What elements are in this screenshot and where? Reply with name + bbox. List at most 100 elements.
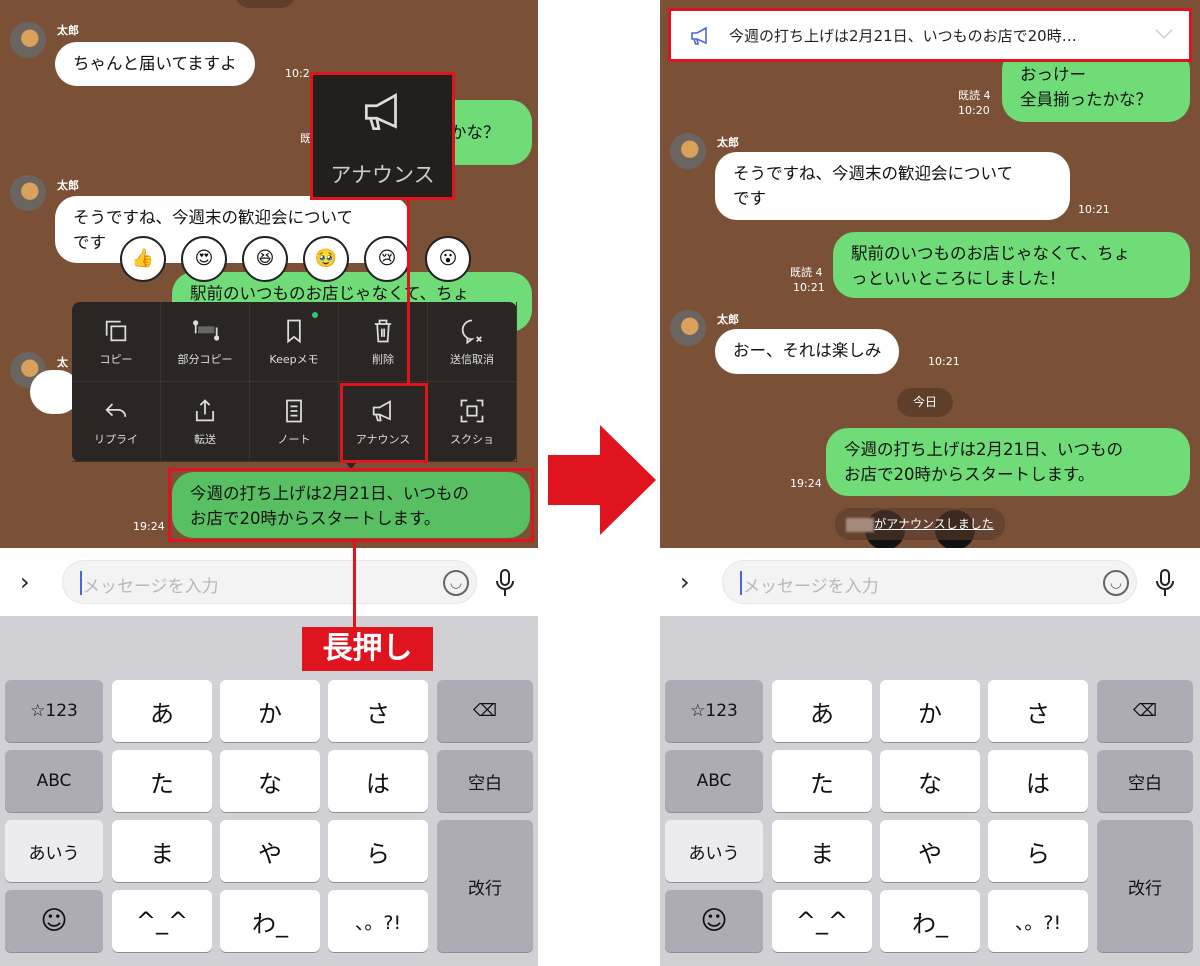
key[interactable]: あいう (5, 820, 103, 882)
new-badge (312, 312, 318, 318)
chevron-right-icon[interactable]: › (680, 568, 690, 596)
menu-item-label: コピー (99, 353, 133, 366)
key[interactable]: ^_^ (112, 890, 212, 952)
key[interactable]: あ (772, 680, 872, 742)
blurred-username (846, 517, 875, 532)
system-message-text: がアナウンスしました (874, 517, 994, 531)
key[interactable]: か (220, 680, 320, 742)
menu-item-trash[interactable]: 削除 (339, 302, 428, 382)
avatar[interactable] (10, 22, 46, 58)
menu-item-unsend[interactable]: 送信取消 (428, 302, 517, 382)
sender-name: 太 (57, 356, 68, 369)
key[interactable]: 改行 (1097, 820, 1193, 952)
menu-item-reply[interactable]: リプライ (72, 382, 161, 462)
key[interactable]: ら (328, 820, 428, 882)
key[interactable]: ABC (665, 750, 763, 812)
thumbs-up-reaction-icon[interactable]: 👍 (120, 236, 166, 282)
key[interactable]: は (988, 750, 1088, 812)
key[interactable]: 空白 (437, 750, 533, 812)
menu-item-partial-copy[interactable]: 部分コピー (161, 302, 250, 382)
key[interactable]: た (772, 750, 872, 812)
key[interactable]: ☆123 (5, 680, 103, 742)
heart-eyes-reaction-icon[interactable]: 😍 (181, 236, 227, 282)
announcement-banner[interactable]: 今週の打ち上げは2月21日、いつものお店で20時… (668, 8, 1192, 62)
key[interactable]: な (880, 750, 980, 812)
avatar[interactable] (670, 310, 706, 346)
arrow-right-icon (548, 425, 656, 535)
key[interactable]: か (880, 680, 980, 742)
menu-item-label: リプライ (94, 433, 138, 446)
message-bubble[interactable]: そうですね、今週末の歓迎会について です (55, 196, 410, 263)
surprised-reaction-icon[interactable]: 😮 (425, 236, 471, 282)
system-message[interactable]: がアナウンスしました (835, 508, 1005, 540)
message-bubble[interactable]: おー、それは楽しみ (715, 329, 900, 374)
key[interactable]: わ_ (880, 890, 980, 952)
message-bubble[interactable]: そうですね、今週末の歓迎会について です (715, 152, 1070, 220)
text-caret (80, 571, 82, 595)
input-bar: › メッセージを入力 ◡ (0, 548, 538, 616)
highlight-box (340, 383, 428, 463)
emoji-icon[interactable]: ◡ (1103, 570, 1129, 596)
menu-item-label: 転送 (194, 433, 216, 446)
key[interactable]: わ_ (220, 890, 320, 952)
highlight-box (168, 468, 534, 542)
key[interactable]: ^_^ (772, 890, 872, 952)
key[interactable]: ⌫ (437, 680, 533, 742)
key[interactable]: 改行 (437, 820, 533, 952)
copy-icon (105, 320, 127, 342)
microphone-icon[interactable] (494, 568, 516, 598)
key[interactable]: ⌫ (1097, 680, 1193, 742)
sender-name: 太郎 (717, 313, 739, 326)
menu-item-bookmark[interactable]: Keepメモ (250, 302, 339, 382)
key[interactable]: ☺ (665, 890, 763, 952)
message-bubble[interactable]: ちゃんと届いてますよ (55, 42, 255, 86)
key[interactable]: あいう (665, 820, 763, 882)
chevron-down-icon[interactable] (1155, 21, 1173, 39)
key[interactable]: あ (112, 680, 212, 742)
menu-item-label: Keepメモ (269, 353, 319, 366)
read-status: 既読 4 (790, 266, 823, 279)
key[interactable]: ま (112, 820, 212, 882)
message-input[interactable]: メッセージを入力 ◡ (62, 560, 477, 604)
crying-reaction-icon[interactable]: 😢 (364, 236, 410, 282)
menu-item-copy[interactable]: コピー (72, 302, 161, 382)
key[interactable]: や (220, 820, 320, 882)
key[interactable]: な (220, 750, 320, 812)
message-time: 19:24 (790, 477, 822, 490)
key[interactable]: 、。?! (328, 890, 428, 952)
avatar[interactable] (10, 175, 46, 211)
megaphone-icon (364, 93, 397, 131)
key[interactable]: 空白 (1097, 750, 1193, 812)
key[interactable]: ら (988, 820, 1088, 882)
screenshot-icon (460, 399, 484, 423)
touched-reaction-icon[interactable]: 🥹 (303, 236, 349, 282)
announced-message-bubble[interactable]: 今週の打ち上げは2月21日、いつもの お店で20時からスタートします。 (826, 428, 1190, 496)
key[interactable]: ☆123 (665, 680, 763, 742)
key[interactable]: さ (328, 680, 428, 742)
message-bubble[interactable]: 駅前のいつものお店じゃなくて、ちょ っといいところにしました！ (833, 232, 1190, 298)
microphone-icon[interactable] (1154, 568, 1176, 598)
menu-item-share[interactable]: 転送 (161, 382, 250, 462)
message-input[interactable]: メッセージを入力 ◡ (722, 560, 1137, 604)
menu-item-screenshot[interactable]: スクショ (428, 382, 517, 462)
key[interactable]: 、。?! (988, 890, 1088, 952)
chat-area: 太郎 ちゃんと届いてますよ 10:2 かな？ 既 太郎 そうですね、今週末の歓迎… (0, 0, 538, 548)
menu-item-label: 部分コピー (177, 353, 233, 366)
laugh-reaction-icon[interactable]: 😆 (242, 236, 288, 282)
key[interactable]: さ (988, 680, 1088, 742)
emoji-icon[interactable]: ◡ (443, 570, 469, 596)
sender-name: 太郎 (57, 24, 79, 37)
key[interactable]: や (880, 820, 980, 882)
menu-item-label: 削除 (372, 353, 394, 366)
key[interactable]: た (112, 750, 212, 812)
menu-item-note[interactable]: ノート (250, 382, 339, 462)
key[interactable]: ま (772, 820, 872, 882)
unsend-icon (461, 319, 482, 345)
input-placeholder: メッセージを入力 (743, 577, 879, 597)
key[interactable]: は (328, 750, 428, 812)
message-time: 10:21 (1078, 203, 1110, 216)
key[interactable]: ☺ (5, 890, 103, 952)
key[interactable]: ABC (5, 750, 103, 812)
chevron-right-icon[interactable]: › (20, 568, 30, 596)
avatar[interactable] (670, 133, 706, 169)
